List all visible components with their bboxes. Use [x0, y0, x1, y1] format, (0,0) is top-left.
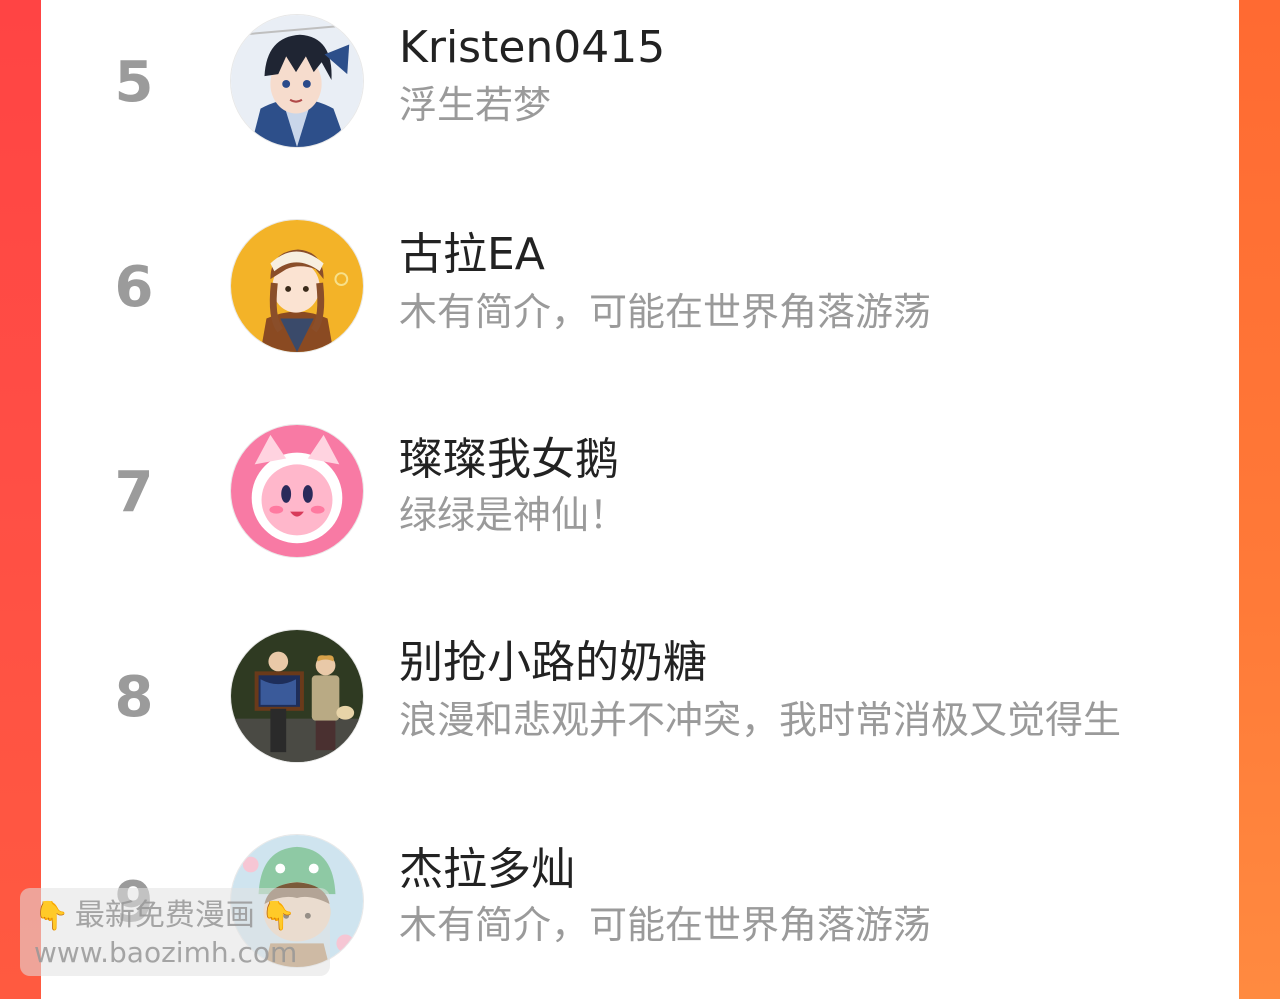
ranking-list-panel: 5 Kristen0415 浮生若梦 6 古拉EA 木有简介，可能在世界角落游荡… — [41, 0, 1239, 999]
ranking-row-8[interactable]: 8 别抢小路的奶糖 浪漫和悲观并不冲突，我时常消极又觉得生 — [41, 615, 1239, 820]
rank-number: 5 — [114, 50, 154, 115]
ranking-row-5[interactable]: 5 Kristen0415 浮生若梦 — [41, 0, 1239, 205]
user-bio: 木有简介，可能在世界角落游荡 — [399, 903, 932, 947]
ranking-row-6[interactable]: 6 古拉EA 木有简介，可能在世界角落游荡 — [41, 205, 1239, 410]
rank-number: 8 — [114, 665, 154, 730]
two-children-photo-avatar-icon[interactable] — [230, 629, 364, 763]
user-name[interactable]: 杰拉多灿 — [399, 842, 575, 898]
watermark-label: 最新免费漫画 — [74, 898, 255, 933]
rank-number: 6 — [114, 255, 154, 320]
anime-girl-yellow-avatar-icon[interactable] — [230, 219, 364, 353]
user-bio: 木有简介，可能在世界角落游荡 — [399, 290, 932, 334]
pink-kirby-avatar-icon[interactable] — [230, 424, 364, 558]
pointing-down-hand-icon: 👇 — [260, 899, 296, 932]
anime-boy-avatar-icon[interactable] — [230, 14, 364, 148]
watermark-url: www.baozimh.com — [34, 936, 298, 969]
user-name[interactable]: 别抢小路的奶糖 — [399, 635, 707, 691]
user-name[interactable]: 古拉EA — [399, 227, 545, 283]
user-bio: 绿绿是神仙！ — [399, 493, 628, 537]
user-name[interactable]: 璨璨我女鹅 — [399, 432, 619, 488]
site-watermark: 👇 最新免费漫画 👇 www.baozimh.com — [20, 888, 330, 976]
pointing-down-hand-icon: 👇 — [34, 899, 69, 932]
user-name[interactable]: Kristen0415 — [399, 20, 665, 76]
ranking-row-7[interactable]: 7 璨璨我女鹅 绿绿是神仙！ — [41, 410, 1239, 615]
user-bio: 浮生若梦 — [399, 83, 552, 127]
right-frame-border — [1239, 0, 1280, 999]
rank-number: 7 — [114, 460, 154, 525]
watermark-line1: 👇 最新免费漫画 👇 — [34, 898, 316, 934]
left-frame-border — [0, 0, 41, 999]
user-bio: 浪漫和悲观并不冲突，我时常消极又觉得生 — [399, 698, 1122, 742]
